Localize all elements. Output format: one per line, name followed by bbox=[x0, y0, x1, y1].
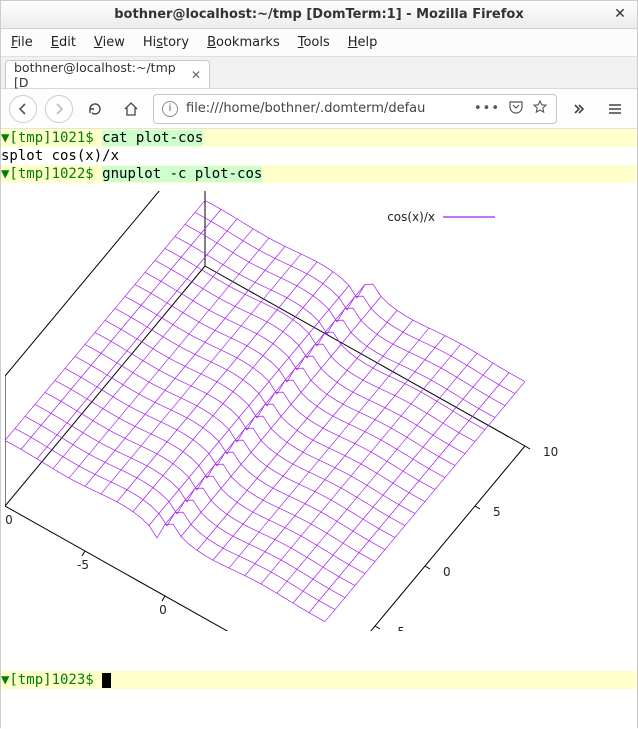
svg-text:-10: -10 bbox=[5, 513, 13, 527]
chevrons-right-icon bbox=[571, 101, 587, 117]
tab-close-icon[interactable]: ✕ bbox=[191, 68, 201, 82]
surface-plot: cos(x)/x -10-8-6-4-20246810 -10-50510 -1… bbox=[5, 191, 565, 631]
prompt-line-1: ▼[tmp]1021$ cat plot-cos bbox=[1, 129, 637, 147]
menubar: File Edit View History Bookmarks Tools H… bbox=[1, 29, 637, 57]
menu-button[interactable] bbox=[601, 95, 629, 123]
prompt-line-2: ▼[tmp]1022$ gnuplot -c plot-cos bbox=[1, 165, 637, 183]
svg-text:-5: -5 bbox=[393, 625, 405, 631]
window-title: bothner@localhost:~/tmp [DomTerm:1] - Mo… bbox=[114, 7, 523, 22]
legend-label: cos(x)/x bbox=[387, 210, 435, 224]
menu-edit[interactable]: Edit bbox=[51, 35, 76, 50]
reload-icon bbox=[87, 101, 103, 117]
svg-text:5: 5 bbox=[493, 505, 501, 519]
window-titlebar: bothner@localhost:~/tmp [DomTerm:1] - Mo… bbox=[1, 1, 637, 29]
menu-bookmarks[interactable]: Bookmarks bbox=[207, 35, 280, 50]
home-button[interactable] bbox=[117, 95, 145, 123]
terminal-area[interactable]: ▼[tmp]1021$ cat plot-cos splot cos(x)/x … bbox=[1, 129, 637, 729]
url-text: file:///home/bothner/.domterm/defau bbox=[186, 101, 466, 116]
arrow-right-icon bbox=[52, 102, 66, 116]
tab-strip: bothner@localhost:~/tmp [D ✕ bbox=[1, 57, 637, 89]
navbar: i file:///home/bothner/.domterm/defau ••… bbox=[1, 89, 637, 129]
plot-output: cos(x)/x -10-8-6-4-20246810 -10-50510 -1… bbox=[1, 183, 637, 635]
url-bar[interactable]: i file:///home/bothner/.domterm/defau ••… bbox=[153, 94, 557, 124]
svg-text:0: 0 bbox=[443, 565, 451, 579]
site-info-icon[interactable]: i bbox=[162, 101, 178, 117]
menu-history[interactable]: History bbox=[143, 35, 189, 50]
svg-text:10: 10 bbox=[543, 445, 558, 459]
blank-line bbox=[1, 635, 637, 653]
output-line-1: splot cos(x)/x bbox=[1, 147, 637, 165]
pocket-icon[interactable] bbox=[508, 99, 524, 119]
y-axis: -10-50510 bbox=[325, 445, 558, 631]
svg-text:-5: -5 bbox=[77, 558, 89, 572]
menu-view[interactable]: View bbox=[94, 35, 125, 50]
overflow-button[interactable] bbox=[565, 95, 593, 123]
home-icon bbox=[123, 101, 139, 117]
menu-file[interactable]: File bbox=[11, 35, 33, 50]
blank-line bbox=[1, 653, 637, 671]
arrow-left-icon bbox=[16, 102, 30, 116]
bookmark-star-icon[interactable] bbox=[532, 99, 548, 119]
menu-tools[interactable]: Tools bbox=[298, 35, 330, 50]
hamburger-icon bbox=[607, 101, 623, 117]
prompt-line-3: ▼[tmp]1023$ bbox=[1, 671, 637, 689]
tab-label: bothner@localhost:~/tmp [D bbox=[14, 60, 185, 90]
browser-tab[interactable]: bothner@localhost:~/tmp [D ✕ bbox=[5, 60, 210, 88]
reload-button[interactable] bbox=[81, 95, 109, 123]
terminal-cursor bbox=[102, 673, 111, 688]
forward-button[interactable] bbox=[45, 95, 73, 123]
window-close-button[interactable]: ✕ bbox=[611, 5, 629, 23]
menu-help[interactable]: Help bbox=[348, 35, 378, 50]
svg-text:0: 0 bbox=[159, 603, 167, 617]
page-actions-icon[interactable]: ••• bbox=[474, 101, 500, 116]
back-button[interactable] bbox=[9, 95, 37, 123]
